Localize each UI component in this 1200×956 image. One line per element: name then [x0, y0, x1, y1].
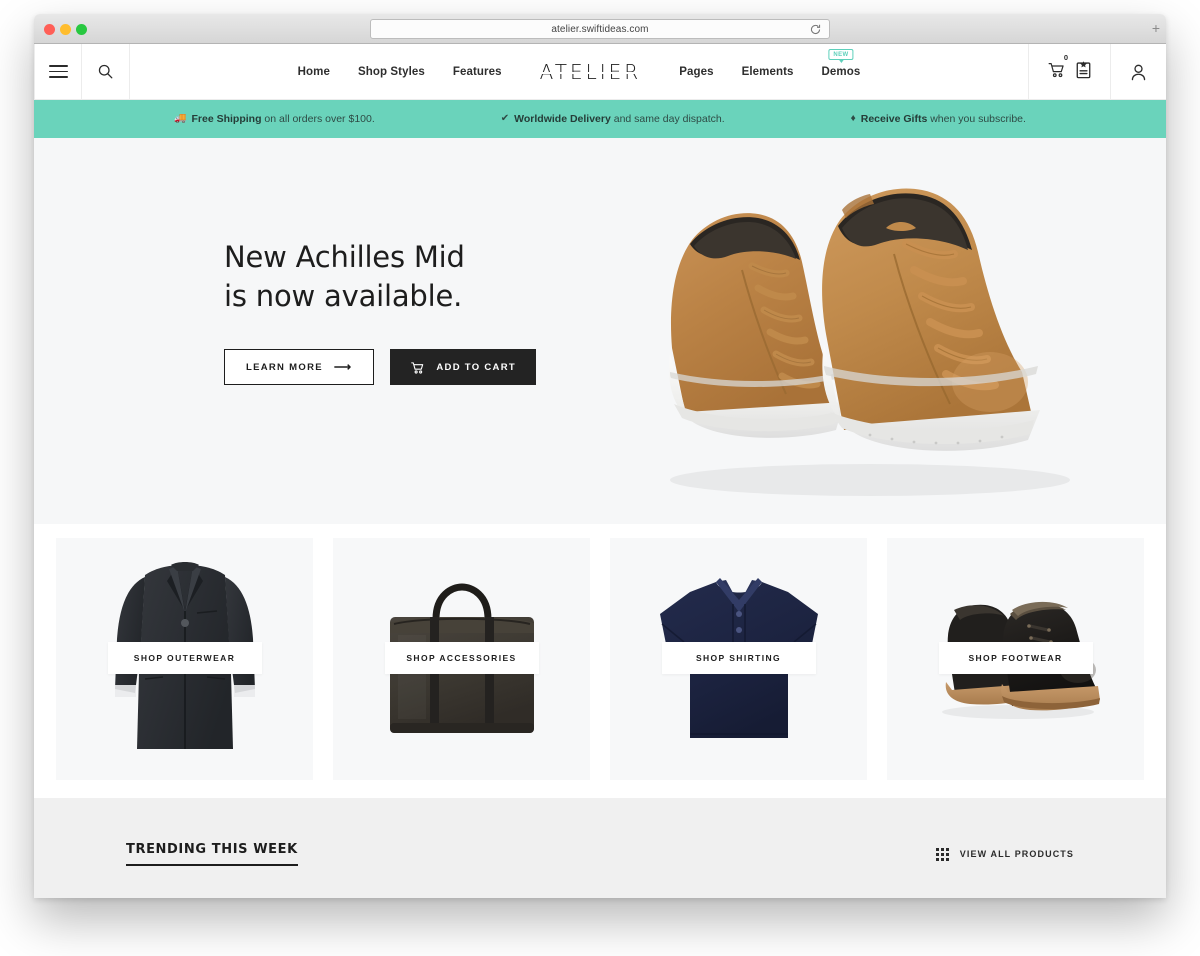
browser-titlebar: atelier.swiftideas.com +: [34, 14, 1166, 44]
promo-item-gifts: ♦ Receive Gifts when you subscribe.: [851, 113, 1026, 125]
view-all-products-label: VIEW ALL PRODUCTS: [959, 849, 1074, 859]
category-label-footwear[interactable]: SHOP FOOTWEAR: [938, 642, 1093, 674]
hero-title-line-1: New Achilles Mid: [224, 240, 465, 274]
wishlist-clipboard-icon: [1076, 60, 1091, 78]
page-viewport: Home Shop Styles Features ATELIER Pages …: [34, 44, 1166, 898]
site-header: Home Shop Styles Features ATELIER Pages …: [34, 44, 1166, 100]
category-card-footwear[interactable]: SHOP FOOTWEAR: [887, 538, 1144, 780]
promo-gifts-strong: Receive Gifts: [860, 113, 928, 125]
gift-diamond-icon: ♦: [850, 113, 856, 124]
check-icon: ✔: [500, 113, 510, 124]
shopping-cart-icon: [1048, 62, 1064, 77]
primary-navigation: Home Shop Styles Features ATELIER Pages …: [130, 48, 1028, 84]
grid-icon: [935, 847, 949, 861]
cart-count-badge: 0: [1063, 52, 1068, 62]
trending-section: TRENDING THIS WEEK VIEW ALL PRODUCTS: [34, 798, 1166, 898]
header-left-controls: [34, 44, 130, 100]
nav-group-right: Pages Elements NEW Demos: [679, 48, 861, 78]
category-label-accessories[interactable]: SHOP ACCESSORIES: [384, 642, 539, 674]
nav-new-badge: NEW: [828, 48, 854, 63]
site-logo[interactable]: ATELIER: [537, 60, 643, 84]
promo-delivery-strong: Worldwide Delivery: [514, 113, 611, 125]
nav-item-pages[interactable]: Pages: [679, 66, 713, 78]
reload-icon[interactable]: [809, 23, 822, 36]
nav-item-features[interactable]: Features: [453, 66, 502, 78]
truck-icon: 🚚: [174, 113, 187, 124]
menu-button[interactable]: [34, 44, 82, 100]
wishlist-button[interactable]: [1075, 60, 1092, 84]
browser-window: atelier.swiftideas.com + Home Shop Style…: [34, 14, 1166, 898]
window-traffic-lights[interactable]: [44, 24, 87, 35]
new-tab-button[interactable]: +: [1152, 21, 1160, 35]
learn-more-label: LEARN MORE: [246, 361, 323, 373]
address-bar-url: atelier.swiftideas.com: [551, 23, 649, 35]
account-button[interactable]: [1110, 44, 1166, 100]
user-account-icon: [1131, 64, 1146, 80]
learn-more-button[interactable]: LEARN MORE ⟶: [224, 349, 375, 386]
sneaker-left: [669, 213, 844, 438]
category-card-accessories[interactable]: SHOP ACCESSORIES: [333, 538, 590, 780]
category-cards: SHOP OUTERWEAR SHOP ACCESSORIES SHOP SHI…: [34, 524, 1166, 798]
hero-section: New Achilles Mid is now available. LEARN…: [34, 138, 1166, 524]
cart-wishlist-cluster: 0: [1028, 44, 1110, 100]
hero-product-image[interactable]: [630, 158, 1090, 508]
address-bar[interactable]: atelier.swiftideas.com: [370, 19, 830, 39]
promo-item-shipping: 🚚 Free Shipping on all orders over $100.: [174, 113, 375, 125]
hero-copy: New Achilles Mid is now available. LEARN…: [224, 238, 554, 386]
minimize-window-button[interactable]: [60, 24, 71, 35]
header-right-controls: 0: [1028, 44, 1166, 100]
category-card-shirting[interactable]: SHOP SHIRTING: [610, 538, 867, 780]
sneaker-right: [822, 188, 1040, 451]
category-label-outerwear[interactable]: SHOP OUTERWEAR: [107, 642, 262, 674]
category-label-shirting[interactable]: SHOP SHIRTING: [661, 642, 816, 674]
add-to-cart-label: ADD TO CART: [436, 361, 516, 373]
cart-button[interactable]: 0: [1047, 53, 1068, 84]
promo-gifts-rest: when you subscribe.: [927, 113, 1026, 125]
arrow-right-icon: ⟶: [333, 360, 353, 375]
add-to-cart-button[interactable]: ADD TO CART: [390, 349, 536, 386]
trending-header: TRENDING THIS WEEK VIEW ALL PRODUCTS: [126, 842, 1074, 866]
promo-shipping-strong: Free Shipping: [191, 113, 262, 125]
add-to-cart-icon: [411, 361, 424, 374]
promo-banner: 🚚 Free Shipping on all orders over $100.…: [34, 100, 1166, 138]
nav-item-demos-label: Demos: [821, 65, 861, 78]
nav-item-home[interactable]: Home: [298, 66, 330, 78]
promo-shipping-rest: on all orders over $100.: [261, 113, 375, 125]
hamburger-menu-icon: [48, 61, 68, 82]
search-icon: [98, 64, 113, 79]
hero-buttons: LEARN MORE ⟶ ADD TO CART: [224, 349, 554, 386]
nav-item-elements[interactable]: Elements: [742, 66, 794, 78]
promo-delivery-rest: and same day dispatch.: [610, 113, 725, 125]
nav-item-demos[interactable]: NEW Demos: [821, 48, 861, 78]
hero-title-line-2: is now available.: [224, 278, 463, 313]
view-all-products-button[interactable]: VIEW ALL PRODUCTS: [935, 847, 1074, 861]
nav-group-left: Home Shop Styles Features: [298, 66, 502, 78]
search-button[interactable]: [82, 44, 130, 100]
close-window-button[interactable]: [44, 24, 55, 35]
promo-item-delivery: ✔ Worldwide Delivery and same day dispat…: [501, 113, 725, 125]
hero-title: New Achilles Mid is now available.: [224, 238, 554, 315]
trending-title: TRENDING THIS WEEK: [126, 842, 298, 866]
nav-item-shop-styles[interactable]: Shop Styles: [358, 66, 425, 78]
maximize-window-button[interactable]: [76, 24, 87, 35]
category-card-outerwear[interactable]: SHOP OUTERWEAR: [56, 538, 313, 780]
